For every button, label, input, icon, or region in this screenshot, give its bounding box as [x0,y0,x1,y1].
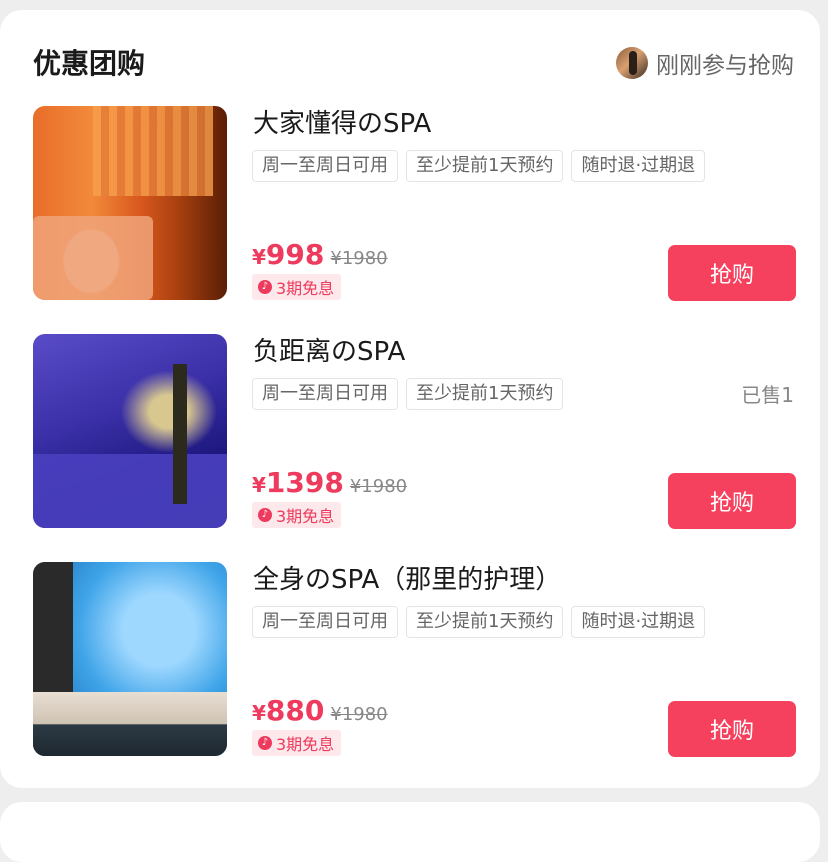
tag: 随时退·过期退 [571,150,706,182]
deal-image[interactable] [33,334,227,528]
douyin-icon: ♪ [258,280,272,294]
tag: 随时退·过期退 [571,606,706,638]
deal-tags: 周一至周日可用 至少提前1天预约 随时退·过期退 [252,606,706,638]
price: ¥1398 [252,466,344,499]
original-price: ¥1980 [349,476,408,497]
section-title: 优惠团购 [33,47,146,80]
installment-badge: ♪ 3期免息 [252,730,342,756]
tag: 周一至周日可用 [252,606,398,638]
tag: 周一至周日可用 [252,150,398,182]
installment-badge: ♪ 3期免息 [252,274,342,300]
price-row: ¥880 ¥1980 [252,694,388,727]
deal-image[interactable] [33,106,227,300]
tag: 周一至周日可用 [252,378,398,410]
price-value: 880 [265,694,325,727]
price-value: 1398 [265,466,344,499]
deal-tags: 周一至周日可用 至少提前1天预约 随时退·过期退 [252,150,706,182]
installment-label: 3期免息 [276,279,335,298]
tag: 至少提前1天预约 [406,150,564,182]
recent-purchase-label: 刚刚参与抢购 [656,53,794,79]
deal-item[interactable]: 大家懂得のSPA 周一至周日可用 至少提前1天预约 随时退·过期退 ¥998 ¥… [0,106,828,302]
installment-label: 3期免息 [276,507,335,526]
sold-count: 已售1 [741,383,794,407]
buy-button[interactable]: 抢购 [668,701,796,757]
next-card [0,802,820,862]
deal-tags: 周一至周日可用 至少提前1天预约 [252,378,564,410]
buy-button[interactable]: 抢购 [668,473,796,529]
deal-item[interactable]: 全身のSPA（那里的护理） 周一至周日可用 至少提前1天预约 随时退·过期退 ¥… [0,562,828,758]
avatar [616,47,648,79]
currency-symbol: ¥ [252,701,266,725]
buy-button[interactable]: 抢购 [668,245,796,301]
tag: 至少提前1天预约 [406,606,564,638]
tag: 至少提前1天预约 [406,378,564,410]
douyin-icon: ♪ [258,508,272,522]
deal-title[interactable]: 负距离のSPA [253,334,405,370]
deal-image[interactable] [33,562,227,756]
price: ¥998 [252,238,324,271]
recent-purchase-indicator[interactable]: 刚刚参与抢购 [616,45,794,81]
price: ¥880 [252,694,324,727]
installment-label: 3期免息 [276,735,335,754]
currency-symbol: ¥ [252,245,266,269]
installment-badge: ♪ 3期免息 [252,502,342,528]
douyin-icon: ♪ [258,736,272,750]
price-value: 998 [265,238,325,271]
deal-title[interactable]: 大家懂得のSPA [253,106,431,142]
price-row: ¥998 ¥1980 [252,238,388,271]
deal-title[interactable]: 全身のSPA（那里的护理） [253,562,561,598]
deal-item[interactable]: 负距离のSPA 周一至周日可用 至少提前1天预约 已售1 ¥1398 ¥1980… [0,334,828,530]
original-price: ¥1980 [330,704,388,725]
original-price: ¥1980 [330,248,388,269]
currency-symbol: ¥ [252,473,266,497]
price-row: ¥1398 ¥1980 [252,466,407,499]
